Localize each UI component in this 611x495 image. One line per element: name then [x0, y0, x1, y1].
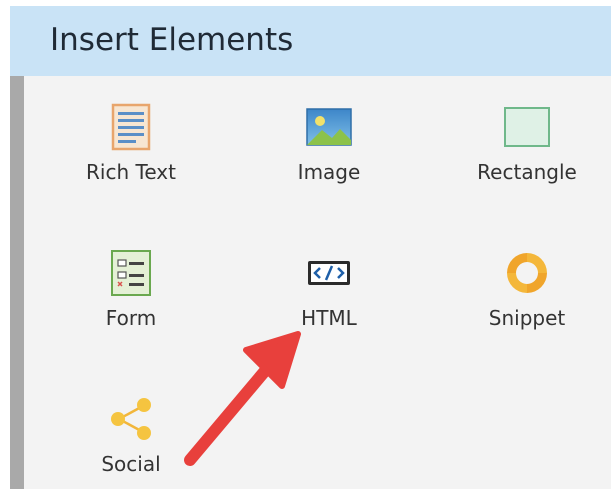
element-form[interactable]: Form: [51, 222, 211, 342]
social-icon: [106, 394, 156, 444]
panel-title: Insert Elements: [50, 22, 294, 58]
insert-elements-panel: Insert Elements Rich Text Image Rectangl…: [0, 0, 611, 495]
rich-text-icon: [106, 102, 156, 152]
panel-header: Insert Elements: [10, 6, 611, 76]
element-label: Form: [105, 306, 157, 330]
element-snippet[interactable]: Snippet: [447, 222, 607, 342]
elements-grid: Rich Text Image Rectangle Form HTML Snip…: [24, 76, 611, 489]
snippet-icon: [502, 248, 552, 298]
html-icon: [304, 248, 354, 298]
element-html[interactable]: HTML: [249, 222, 409, 342]
element-label: Rich Text: [86, 160, 176, 184]
image-icon: [304, 102, 354, 152]
rectangle-icon: [502, 102, 552, 152]
form-icon: [106, 248, 156, 298]
panel-left-edge: [10, 76, 24, 489]
element-label: Rectangle: [477, 160, 577, 184]
element-label: HTML: [301, 306, 357, 330]
element-rectangle[interactable]: Rectangle: [447, 76, 607, 196]
element-social[interactable]: Social: [51, 368, 211, 488]
element-image[interactable]: Image: [249, 76, 409, 196]
element-label: Social: [101, 452, 161, 476]
element-label: Image: [297, 160, 361, 184]
element-label: Snippet: [488, 306, 566, 330]
element-rich-text[interactable]: Rich Text: [51, 76, 211, 196]
